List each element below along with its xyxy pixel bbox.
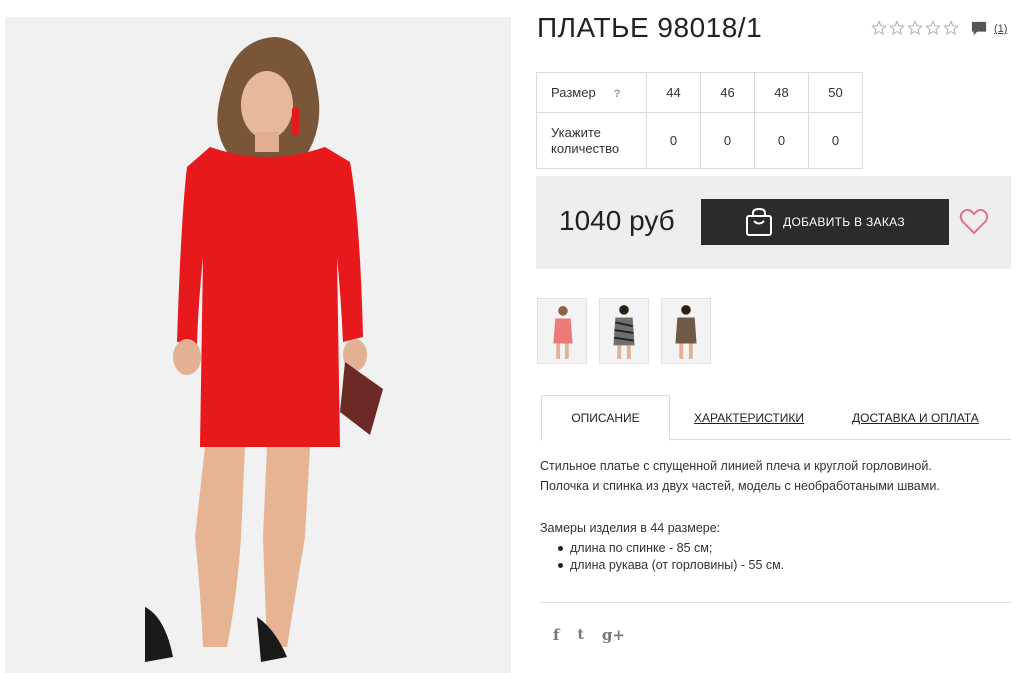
social-share: f t g+: [553, 626, 625, 644]
star-icon[interactable]: [871, 20, 887, 36]
quantity-label: Укажите количество: [536, 112, 647, 169]
product-main-image[interactable]: [5, 17, 511, 673]
quantity-cell-44: [646, 112, 701, 169]
description-line-2: Полочка и спинка из двух частей, модель …: [540, 479, 940, 493]
price-block: 1040 руб ДОБАВИТЬ В ЗАКАЗ: [536, 176, 1011, 269]
thumbnail-brown-dress[interactable]: [661, 298, 711, 364]
twitter-icon[interactable]: t: [577, 627, 583, 643]
star-icon[interactable]: [889, 20, 905, 36]
quantity-input-48[interactable]: [766, 133, 797, 148]
size-option-48: 48: [754, 72, 809, 113]
price: 1040 руб: [559, 205, 675, 236]
size-option-50: 50: [808, 72, 863, 113]
size-option-44: 44: [646, 72, 701, 113]
add-to-order-button[interactable]: ДОБАВИТЬ В ЗАКАЗ: [701, 199, 949, 245]
heart-icon[interactable]: [959, 207, 989, 235]
quantity-input-50[interactable]: [820, 133, 851, 148]
quantity-label-line2: количество: [551, 140, 620, 156]
product-title: ПЛАТЬЕ 98018/1: [537, 12, 763, 43]
divider: [540, 602, 1011, 603]
tab-characteristics[interactable]: ХАРАКТЕРИСТИКИ: [694, 395, 804, 440]
star-icon[interactable]: [925, 20, 941, 36]
comments-link[interactable]: (1): [970, 21, 1007, 37]
comment-count[interactable]: (1): [994, 23, 1007, 35]
product-measures: Замеры изделия в 44 размере: длина по сп…: [540, 520, 784, 574]
color-thumbnails: [537, 298, 711, 364]
thumbnail-print-dress[interactable]: [599, 298, 649, 364]
product-tabs: ОПИСАНИЕ ХАРАКТЕРИСТИКИ ДОСТАВКА И ОПЛАТ…: [540, 395, 1011, 441]
quantity-cell-50: [808, 112, 863, 169]
size-label-cell: Размер?: [536, 72, 647, 113]
thumbnail-coral-dress[interactable]: [537, 298, 587, 364]
quantity-cell-46: [700, 112, 755, 169]
facebook-icon[interactable]: f: [553, 626, 559, 644]
quantity-cell-48: [754, 112, 809, 169]
description-line-1: Стильное платье с спущенной линией плеча…: [540, 459, 932, 473]
measures-title: Замеры изделия в 44 размере:: [540, 521, 721, 535]
size-help-icon[interactable]: ?: [614, 88, 621, 100]
star-icon[interactable]: [907, 20, 923, 36]
add-to-order-label: ДОБАВИТЬ В ЗАКАЗ: [783, 215, 905, 229]
rating-stars[interactable]: [871, 20, 959, 36]
quantity-label-line1: Укажите: [551, 124, 601, 140]
size-table: Размер? 44 46 48 50 Укажите количество: [536, 72, 863, 169]
comment-icon: [971, 21, 987, 36]
google-plus-icon[interactable]: g+: [602, 626, 625, 644]
tab-description[interactable]: ОПИСАНИЕ: [541, 395, 670, 441]
quantity-input-46[interactable]: [712, 133, 743, 148]
tab-delivery-payment[interactable]: ДОСТАВКА И ОПЛАТА: [852, 395, 979, 440]
size-label: Размер: [551, 85, 596, 100]
shopping-bag-icon: [746, 207, 773, 236]
product-description: Стильное платье с спущенной линией плеча…: [540, 456, 1010, 496]
measures-list: длина по спинке - 85 см; длина рукава (о…: [540, 540, 784, 574]
size-option-46: 46: [700, 72, 755, 113]
measure-item: длина рукава (от горловины) - 55 см.: [540, 557, 784, 574]
measure-item: длина по спинке - 85 см;: [540, 540, 784, 557]
star-icon[interactable]: [943, 20, 959, 36]
quantity-input-44[interactable]: [658, 133, 689, 148]
